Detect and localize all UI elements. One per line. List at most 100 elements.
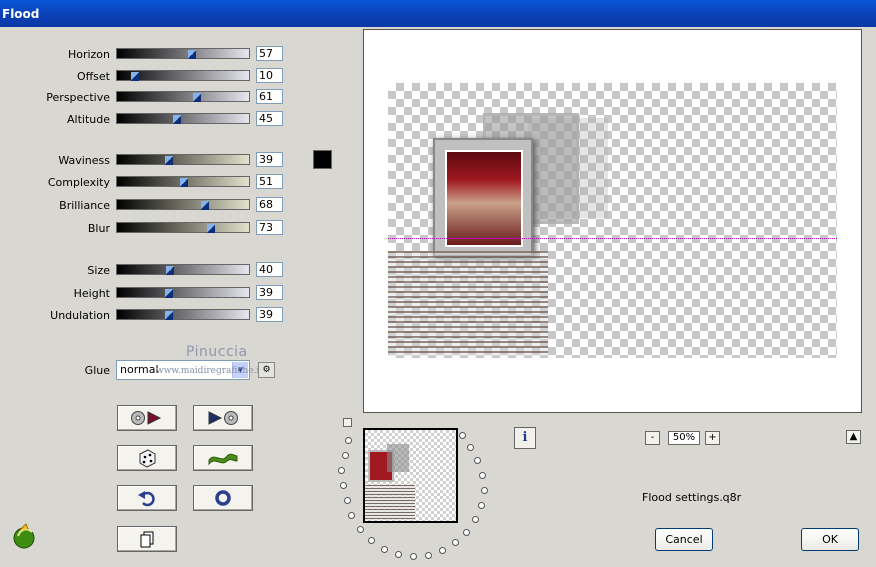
ring-dot (478, 502, 485, 509)
ring-dot (410, 553, 417, 560)
slider-label: Offset (76, 70, 110, 83)
slider-thumb[interactable] (166, 266, 174, 275)
horizon-guide-line (388, 238, 837, 240)
ring-dot (381, 546, 388, 553)
glue-label: Glue (84, 364, 110, 377)
zoom-in-button[interactable]: + (705, 431, 720, 445)
load-next-icon (208, 411, 238, 425)
slider-label: Height (73, 287, 110, 300)
size-value-field[interactable]: 40 (256, 262, 283, 277)
blur-slider[interactable] (116, 222, 250, 233)
ring-dot (459, 432, 466, 439)
ring-dot (340, 482, 347, 489)
ring-dot (345, 437, 352, 444)
settings-filename: Flood settings.q8r (642, 491, 742, 504)
altitude-value-field[interactable]: 45 (256, 111, 283, 126)
ring-dot (472, 516, 479, 523)
copy-icon (140, 531, 154, 548)
ring-dot (481, 487, 488, 494)
perspective-slider[interactable] (116, 91, 250, 102)
load-next-button[interactable] (193, 405, 253, 431)
slider-thumb[interactable] (165, 311, 173, 320)
load-previous-icon (131, 411, 162, 425)
reset-button[interactable] (193, 485, 253, 511)
ring-dot (395, 551, 402, 558)
slider-thumb[interactable] (131, 72, 139, 81)
collapse-button[interactable]: ▲ (846, 430, 861, 444)
glue-options-icon[interactable]: ⚙ (258, 362, 275, 378)
info-button[interactable]: i (514, 427, 536, 449)
altitude-slider[interactable] (116, 113, 250, 124)
slider-thumb[interactable] (173, 115, 181, 124)
offset-slider[interactable] (116, 70, 250, 81)
ring-dot (357, 526, 364, 533)
undulation-value-field[interactable]: 39 (256, 307, 283, 322)
slider-label: Blur (87, 222, 110, 235)
portrait-image (445, 150, 523, 247)
ring-dot (463, 529, 470, 536)
height-value-field[interactable]: 39 (256, 285, 283, 300)
slider-label: Size (87, 264, 110, 277)
slider-label: Undulation (50, 309, 110, 322)
size-slider[interactable] (116, 264, 250, 275)
slider-label: Perspective (46, 91, 110, 104)
brilliance-slider[interactable] (116, 199, 250, 210)
watermark-url: www.maidiregrafiche.it (156, 366, 263, 376)
cancel-button[interactable]: Cancel (655, 528, 713, 551)
slider-thumb[interactable] (193, 93, 201, 102)
flood-color-swatch[interactable] (313, 150, 332, 169)
height-slider[interactable] (116, 287, 250, 298)
slider-label: Complexity (47, 176, 110, 189)
perspective-value-field[interactable]: 61 (256, 89, 283, 104)
flood-reflection (388, 251, 548, 356)
ring-dot (425, 552, 432, 559)
slider-thumb[interactable] (165, 156, 173, 165)
navigator-thumbnail[interactable] (363, 428, 458, 523)
ring-dot (344, 497, 351, 504)
glue-select-value: normal (120, 363, 159, 376)
brilliance-value-field[interactable]: 68 (256, 197, 283, 212)
zoom-level: 50% (668, 431, 700, 445)
wave-icon (208, 453, 238, 466)
ring-dot (474, 457, 481, 464)
preview-canvas[interactable] (388, 83, 837, 358)
ghost-frame-2 (528, 118, 608, 218)
blur-value-field[interactable]: 73 (256, 220, 283, 235)
slider-label: Waviness (58, 154, 110, 167)
thumb-reflection (365, 485, 415, 520)
app-logo-icon (13, 523, 35, 549)
horizon-slider[interactable] (116, 48, 250, 59)
ring-dot (368, 537, 375, 544)
zoom-out-button[interactable]: - (645, 431, 660, 445)
slider-label: Brilliance (59, 199, 110, 212)
slider-thumb[interactable] (165, 289, 173, 298)
offset-value-field[interactable]: 10 (256, 68, 283, 83)
undulation-slider[interactable] (116, 309, 250, 320)
complexity-value-field[interactable]: 51 (256, 174, 283, 189)
slider-thumb[interactable] (180, 178, 188, 187)
slider-thumb[interactable] (207, 224, 215, 233)
ring-dot (479, 472, 486, 479)
navigator-toggle[interactable] (343, 418, 352, 427)
load-previous-button[interactable] (117, 405, 177, 431)
ok-button[interactable]: OK (801, 528, 859, 551)
preview-panel[interactable] (363, 29, 862, 413)
slider-thumb[interactable] (188, 50, 196, 59)
horizon-value-field[interactable]: 57 (256, 46, 283, 61)
undo-button[interactable] (117, 485, 177, 511)
ring-dot (439, 547, 446, 554)
slider-thumb[interactable] (201, 201, 209, 210)
title-bar: Flood (0, 0, 876, 27)
copy-button[interactable] (117, 526, 177, 552)
thumb-ghost (387, 444, 409, 472)
watermark-name: Pinuccia (186, 344, 248, 360)
wave-button[interactable] (193, 445, 253, 471)
randomize-button[interactable] (117, 445, 177, 471)
slider-label: Altitude (67, 113, 110, 126)
ring-dot (348, 512, 355, 519)
window-title: Flood (2, 7, 40, 21)
ring-dot (467, 444, 474, 451)
waviness-slider[interactable] (116, 154, 250, 165)
complexity-slider[interactable] (116, 176, 250, 187)
waviness-value-field[interactable]: 39 (256, 152, 283, 167)
